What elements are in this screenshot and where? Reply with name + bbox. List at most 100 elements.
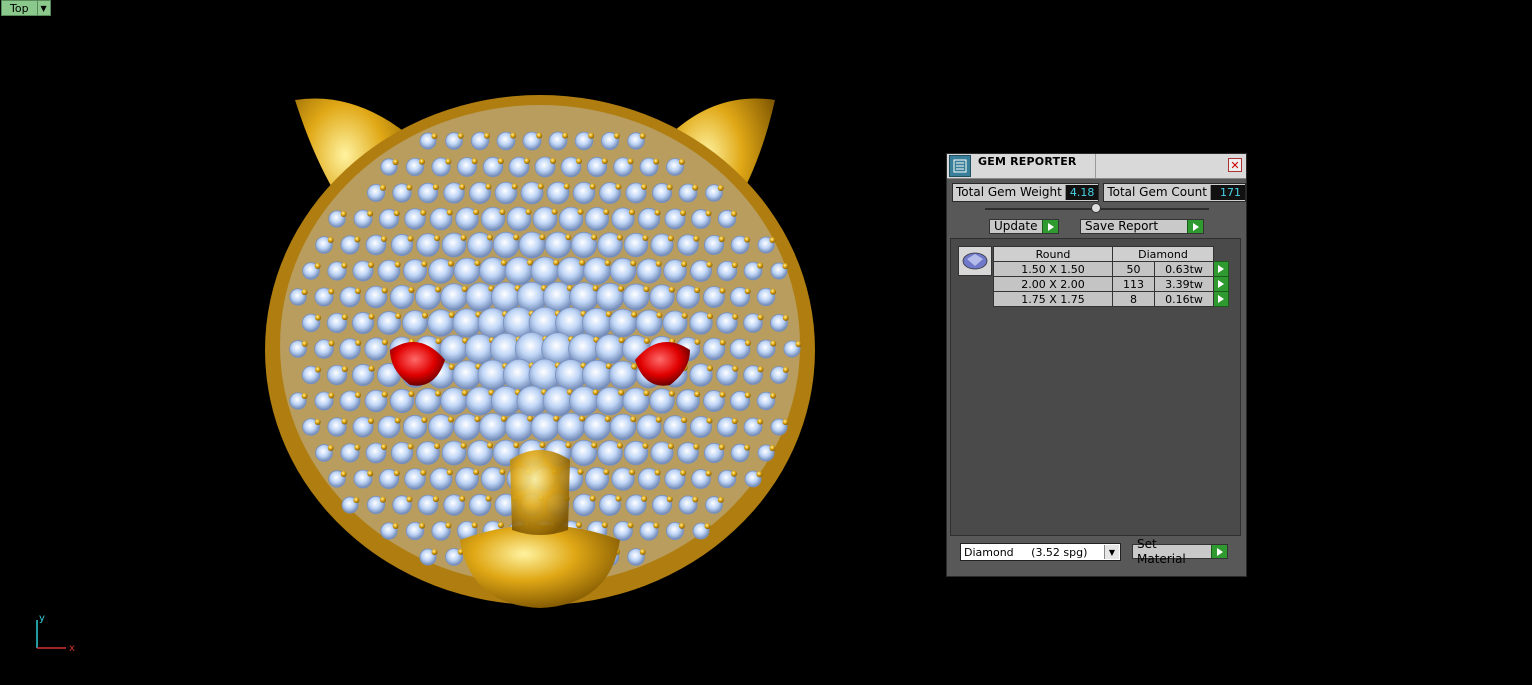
row-size: 1.75 X 1.75 bbox=[993, 291, 1113, 307]
gold-prong bbox=[381, 391, 388, 398]
gold-prong bbox=[341, 418, 348, 425]
gold-prong bbox=[642, 442, 649, 449]
gold-prong bbox=[525, 208, 532, 215]
gold-prong bbox=[719, 287, 726, 294]
panel-title: GEM REPORTER bbox=[978, 154, 1096, 178]
round-gem-icon[interactable] bbox=[958, 246, 992, 276]
gold-prong bbox=[341, 366, 348, 373]
row-select-play-icon[interactable] bbox=[1213, 261, 1229, 277]
gold-prong bbox=[471, 522, 478, 529]
panel-titlebar[interactable]: GEM REPORTER ✕ bbox=[947, 154, 1246, 179]
gold-prong bbox=[421, 312, 428, 319]
row-select-play-icon[interactable] bbox=[1213, 291, 1229, 307]
gold-prong bbox=[539, 234, 546, 241]
gold-prong bbox=[719, 391, 726, 398]
row-select-play-icon[interactable] bbox=[1213, 276, 1229, 292]
gold-prong bbox=[719, 339, 726, 346]
gold-prong bbox=[368, 261, 375, 268]
gold-prong bbox=[693, 443, 700, 450]
gold-prong bbox=[694, 391, 701, 398]
gold-prong bbox=[627, 158, 634, 165]
gold-prong bbox=[618, 285, 625, 292]
gold-prong bbox=[706, 365, 713, 372]
viewport-dropdown-icon[interactable]: ▼ bbox=[37, 0, 51, 16]
gold-prong bbox=[353, 497, 360, 504]
gold-prong bbox=[327, 444, 334, 451]
gold-prong bbox=[315, 314, 322, 321]
gold-prong bbox=[680, 469, 687, 476]
gold-prong bbox=[639, 133, 646, 140]
row-count: 113 bbox=[1111, 276, 1156, 292]
gold-prong bbox=[680, 209, 687, 216]
viewport-label[interactable]: Top ▼ bbox=[1, 0, 51, 16]
panel-slider[interactable] bbox=[985, 203, 1209, 213]
gold-prong bbox=[591, 234, 598, 241]
gold-prong bbox=[457, 132, 464, 139]
table-row[interactable]: 1.75 X 1.75 8 0.16tw bbox=[993, 291, 1229, 307]
gold-prong bbox=[678, 522, 685, 529]
table-row[interactable]: 2.00 X 2.00 113 3.39tw bbox=[993, 276, 1229, 292]
gold-prong bbox=[354, 444, 361, 451]
row-count: 50 bbox=[1111, 261, 1156, 277]
gold-prong bbox=[314, 418, 321, 425]
gold-prong bbox=[706, 313, 713, 320]
gold-prong bbox=[577, 208, 584, 215]
gold-prong bbox=[627, 522, 634, 529]
gem-reporter-panel: GEM REPORTER ✕ Total Gem Weight 4.18 Tot… bbox=[946, 153, 1247, 577]
gold-prong bbox=[769, 237, 776, 244]
close-icon[interactable]: ✕ bbox=[1228, 158, 1242, 172]
material-select[interactable]: Diamond (3.52 spg) ▼ bbox=[960, 543, 1121, 561]
gold-prong bbox=[380, 444, 387, 451]
gold-prong bbox=[368, 313, 375, 320]
gold-prong bbox=[553, 259, 560, 266]
gold-prong bbox=[604, 415, 611, 422]
gold-prong bbox=[591, 442, 598, 449]
table-row[interactable]: 1.50 X 1.50 50 0.63tw bbox=[993, 261, 1229, 277]
set-material-button[interactable]: Set Material bbox=[1132, 537, 1228, 566]
gold-prong bbox=[485, 183, 492, 190]
gold-prong bbox=[588, 132, 595, 139]
gold-prong bbox=[705, 210, 712, 217]
gold-prong bbox=[354, 236, 361, 243]
gold-prong bbox=[770, 288, 777, 295]
gold-prong bbox=[315, 366, 322, 373]
gold-prong bbox=[770, 392, 777, 399]
gold-prong bbox=[782, 419, 789, 426]
gold-prong bbox=[431, 133, 438, 140]
gold-prong bbox=[681, 312, 688, 319]
material-select-value: Diamond (3.52 spg) bbox=[964, 545, 1088, 559]
chevron-down-icon[interactable]: ▼ bbox=[1104, 545, 1119, 559]
gold-prong bbox=[631, 311, 638, 318]
gold-prong bbox=[421, 416, 428, 423]
gold-prong bbox=[406, 496, 413, 503]
gold-prong bbox=[630, 416, 637, 423]
gold-prong bbox=[380, 236, 387, 243]
gold-prong bbox=[301, 340, 308, 347]
gold-prong bbox=[407, 235, 414, 242]
save-report-button[interactable]: Save Report bbox=[1080, 219, 1204, 234]
gold-prong bbox=[692, 496, 699, 503]
slider-knob[interactable] bbox=[1091, 203, 1101, 213]
total-gem-weight-label: Total Gem Weight bbox=[956, 185, 1062, 199]
gold-prong bbox=[565, 234, 572, 241]
viewport-name[interactable]: Top bbox=[1, 0, 38, 16]
gold-prong bbox=[577, 468, 584, 475]
gold-prong bbox=[487, 442, 494, 449]
gold-prong bbox=[641, 495, 648, 502]
gold-prong bbox=[629, 469, 636, 476]
gold-prong bbox=[394, 417, 401, 424]
gold-prong bbox=[565, 442, 572, 449]
update-button[interactable]: Update bbox=[989, 219, 1059, 234]
gold-prong bbox=[381, 287, 388, 294]
gold-prong bbox=[706, 261, 713, 268]
gold-prong bbox=[446, 209, 453, 216]
gold-prong bbox=[551, 208, 558, 215]
gold-prong bbox=[615, 495, 622, 502]
total-gem-count-label: Total Gem Count bbox=[1107, 185, 1207, 199]
gold-prong bbox=[666, 496, 673, 503]
gold-prong bbox=[368, 365, 375, 372]
gold-prong bbox=[418, 158, 425, 165]
gold-prong bbox=[395, 313, 402, 320]
gold-prong bbox=[474, 416, 481, 423]
gold-prong bbox=[642, 234, 649, 241]
